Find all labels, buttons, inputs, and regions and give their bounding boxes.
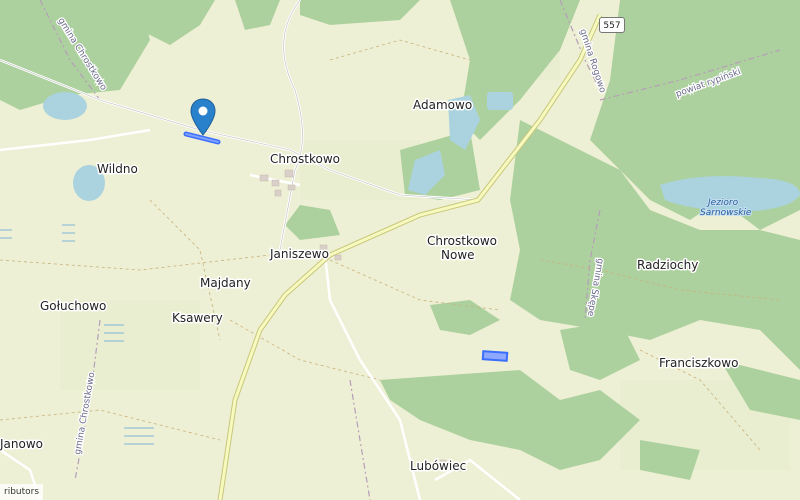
road-shield-557: 557 (599, 17, 625, 33)
highlighted-parcel[interactable] (481, 350, 509, 362)
place-label-lubowiec: Lubówiec (410, 459, 466, 473)
place-label-majdany: Majdany (200, 276, 251, 290)
place-label-janiszewo: Janiszewo (269, 247, 329, 261)
map-canvas[interactable]: Adamowo Wildno Chrostkowo Janiszewo Chro… (0, 0, 800, 500)
place-label-goluchowo: Gołuchowo (40, 299, 106, 313)
place-label-chrostkowo-nowe-line2: Nowe (441, 248, 475, 262)
place-label-adamowo: Adamowo (413, 98, 472, 112)
place-label-chrostkowo: Chrostkowo (270, 152, 340, 166)
place-label-janowo: Janowo (0, 437, 43, 451)
place-label-franciszkowo: Franciszkowo (659, 356, 738, 370)
map-pin-icon[interactable] (190, 98, 216, 136)
place-label-ksawery: Ksawery (172, 311, 223, 325)
place-label-wildno: Wildno (97, 162, 138, 176)
place-label-radziochy: Radziochy (637, 258, 698, 272)
lake-label-line1: Jezioro (706, 198, 739, 208)
lake-label-line2: Sarnowskie (700, 208, 752, 218)
place-label-chrostkowo-nowe-line1: Chrostkowo (427, 234, 497, 248)
map-attribution[interactable]: ributors (0, 484, 44, 500)
